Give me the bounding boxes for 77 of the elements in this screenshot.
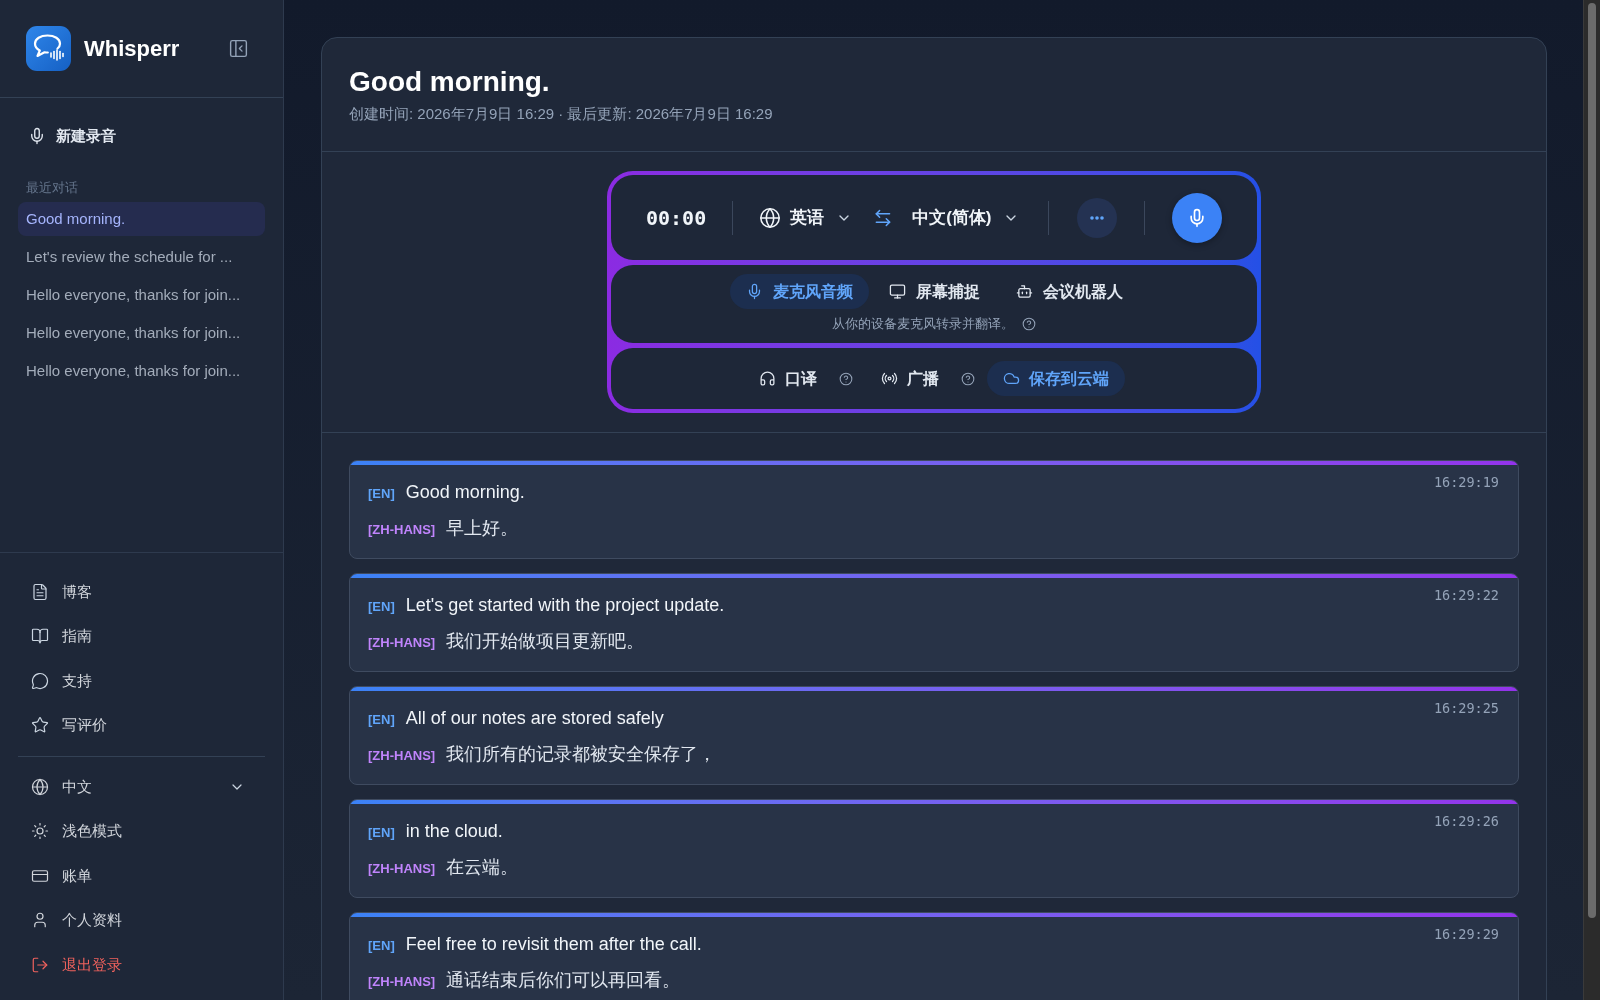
- transcript-text: Feel free to revisit them after the call.: [405, 933, 702, 956]
- sun-icon: [31, 822, 49, 841]
- timestamp: 16:29:26: [1433, 812, 1499, 830]
- target-language-select[interactable]: 中文(简体): [912, 204, 1020, 231]
- timestamp: 16:29:25: [1433, 699, 1499, 717]
- conversation-meta: 创建时间: 2026年7月9日 16:29 · 最后更新: 2026年7月9日 16:29: [349, 104, 774, 124]
- settings-item[interactable]: 浅色模式: [18, 809, 265, 854]
- nav-link[interactable]: 博客: [18, 569, 265, 614]
- conversation-item[interactable]: Good morning.: [18, 202, 265, 236]
- nav-link[interactable]: 写评价: [18, 703, 265, 748]
- globe-icon: [759, 206, 782, 229]
- logo-icon: [26, 26, 71, 71]
- conversation-title: Good morning.: [349, 65, 551, 99]
- scrollbar-thumb[interactable]: [1588, 3, 1596, 918]
- language-tag: [EN]: [368, 597, 395, 617]
- language-tag: [ZH-HANS]: [368, 746, 436, 766]
- document-icon: [31, 582, 49, 601]
- cloud-icon: [1003, 370, 1020, 387]
- nav-link[interactable]: 支持: [18, 658, 265, 703]
- ellipsis-icon: [1090, 215, 1105, 220]
- conversation-item[interactable]: Hello everyone, thanks for join...: [18, 278, 265, 312]
- record-button[interactable]: [1172, 192, 1223, 243]
- language-tag: [ZH-HANS]: [368, 972, 436, 992]
- robot-icon: [1015, 283, 1033, 300]
- settings-item[interactable]: 账单: [18, 853, 265, 898]
- settings-item[interactable]: 个人资料: [18, 898, 265, 943]
- globe-icon: [31, 777, 49, 796]
- help-icon[interactable]: [1022, 317, 1036, 331]
- source-tab[interactable]: 麦克风音频: [729, 274, 869, 309]
- chat-bubble-icon: [31, 671, 49, 690]
- user-icon: [31, 911, 49, 930]
- language-tag: [ZH-HANS]: [368, 520, 436, 540]
- section-label: 最近对话: [25, 180, 79, 196]
- book-icon: [31, 627, 49, 646]
- transcript-text: All of our notes are stored safely: [405, 707, 664, 730]
- microphone-icon: [28, 127, 46, 145]
- timer: 00:00: [646, 204, 707, 232]
- transcript-text: Let's get started with the project update.: [405, 594, 725, 617]
- transcript-text: 我们开始做项目更新吧。: [446, 630, 645, 653]
- conversation-item[interactable]: Hello everyone, thanks for join...: [18, 316, 265, 350]
- nav-link[interactable]: 指南: [18, 614, 265, 659]
- source-hint: 从你的设备麦克风转录并翻译。: [832, 316, 1014, 332]
- language-tag: [ZH-HANS]: [368, 633, 436, 653]
- source-language-select[interactable]: 英语: [759, 204, 853, 231]
- language-tag: [EN]: [368, 936, 395, 956]
- transcript-text: Good morning.: [405, 481, 525, 504]
- transcript-text: 在云端。: [446, 856, 519, 879]
- conversation-item[interactable]: Hello everyone, thanks for join...: [18, 354, 265, 388]
- language-tag: [EN]: [368, 484, 395, 504]
- settings-item[interactable]: 中文: [18, 764, 265, 809]
- language-tag: [ZH-HANS]: [368, 859, 436, 879]
- option-toggle[interactable]: 口译: [743, 361, 833, 396]
- transcript-text: 早上好。: [446, 517, 519, 540]
- new-recording-button[interactable]: 新建录音: [18, 122, 126, 150]
- help-icon[interactable]: [839, 371, 853, 386]
- star-icon: [31, 716, 49, 735]
- conversation-item[interactable]: Let's review the schedule for ...: [18, 240, 265, 274]
- transcript-text: in the cloud.: [405, 820, 503, 843]
- settings-item[interactable]: 退出登录: [18, 942, 265, 987]
- transcript-text: 通话结束后你们可以再回看。: [446, 969, 681, 992]
- sidebar-toggle-icon[interactable]: [228, 38, 249, 59]
- timestamp: 16:29:19: [1433, 473, 1499, 491]
- headphones-icon: [759, 370, 776, 387]
- radio-waves-icon: [881, 370, 898, 387]
- timestamp: 16:29:22: [1433, 586, 1499, 604]
- transcript-text: 我们所有的记录都被安全保存了，: [446, 743, 717, 766]
- option-toggle[interactable]: 保存到云端: [987, 361, 1125, 396]
- logout-icon: [31, 955, 49, 974]
- source-tab[interactable]: 会议机器人: [999, 274, 1139, 309]
- language-tag: [EN]: [368, 710, 395, 730]
- timestamp: 16:29:29: [1433, 925, 1499, 943]
- option-toggle[interactable]: 广播: [865, 361, 955, 396]
- app-name: Whisperr: [84, 34, 180, 63]
- help-icon[interactable]: [961, 371, 975, 386]
- language-tag: [EN]: [368, 823, 395, 843]
- source-tab[interactable]: 屏幕捕捉: [872, 274, 996, 309]
- monitor-icon: [888, 283, 906, 300]
